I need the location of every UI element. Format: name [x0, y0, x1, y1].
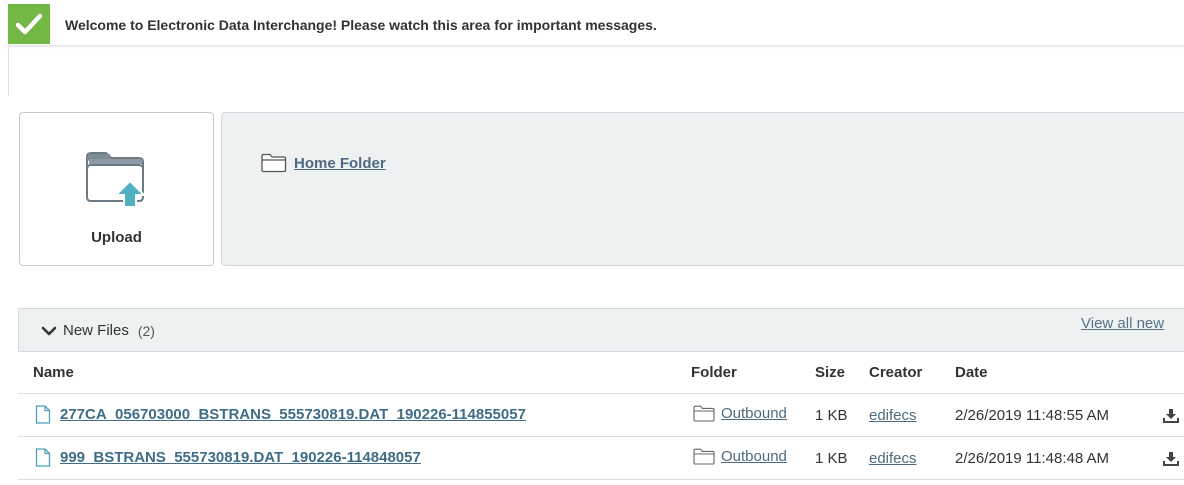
folder-icon	[261, 153, 287, 173]
folder-panel: Home Folder	[221, 112, 1184, 266]
check-icon	[8, 4, 50, 44]
file-date: 2/26/2019 11:48:48 AM	[955, 450, 1110, 467]
file-name: 277CA_056703000_BSTRANS_555730819.DAT_19…	[60, 406, 526, 423]
upload-button[interactable]: Upload	[19, 112, 214, 266]
new-files-toggle[interactable]: New Files (2)	[41, 322, 155, 339]
divider	[8, 46, 9, 96]
download-icon[interactable]	[1162, 408, 1180, 424]
divider	[18, 393, 1184, 394]
creator-link[interactable]: edifecs	[869, 407, 917, 424]
folder-icon	[693, 405, 715, 422]
file-name-link[interactable]: 999_BSTRANS_555730819.DAT_190226-1148480…	[35, 448, 421, 467]
file-name: 999_BSTRANS_555730819.DAT_190226-1148480…	[60, 449, 421, 466]
new-files-count: (2)	[137, 322, 155, 339]
file-size: 1 KB	[815, 407, 848, 424]
file-icon	[35, 405, 51, 424]
file-name-link[interactable]: 277CA_056703000_BSTRANS_555730819.DAT_19…	[35, 405, 526, 424]
home-folder-label: Home Folder	[294, 154, 386, 172]
file-folder: Outbound	[693, 405, 787, 422]
banner-message: Welcome to Electronic Data Interchange! …	[65, 17, 657, 33]
file-date: 2/26/2019 11:48:55 AM	[955, 407, 1110, 424]
divider	[18, 436, 1184, 437]
new-files-title: New Files	[63, 322, 129, 339]
column-header-folder[interactable]: Folder	[691, 364, 737, 381]
download-icon[interactable]	[1162, 451, 1180, 467]
file-icon	[35, 448, 51, 467]
file-size: 1 KB	[815, 450, 848, 467]
divider	[18, 479, 1184, 480]
view-all-new-link[interactable]: View all new	[1081, 315, 1164, 332]
file-folder: Outbound	[693, 448, 787, 465]
folder-icon	[693, 448, 715, 465]
message-banner: Welcome to Electronic Data Interchange! …	[8, 0, 1184, 46]
home-folder-link[interactable]: Home Folder	[261, 153, 386, 173]
chevron-down-icon	[41, 326, 57, 335]
folder-upload-icon	[86, 152, 147, 208]
column-header-creator[interactable]: Creator	[869, 364, 922, 381]
column-header-size[interactable]: Size	[815, 364, 845, 381]
folder-link[interactable]: Outbound	[721, 405, 787, 422]
new-files-header: New Files (2) View all new	[18, 308, 1184, 352]
folder-link[interactable]: Outbound	[721, 448, 787, 465]
column-header-name[interactable]: Name	[33, 364, 74, 381]
column-header-date[interactable]: Date	[955, 364, 988, 381]
creator-link[interactable]: edifecs	[869, 450, 917, 467]
upload-label: Upload	[91, 229, 142, 246]
